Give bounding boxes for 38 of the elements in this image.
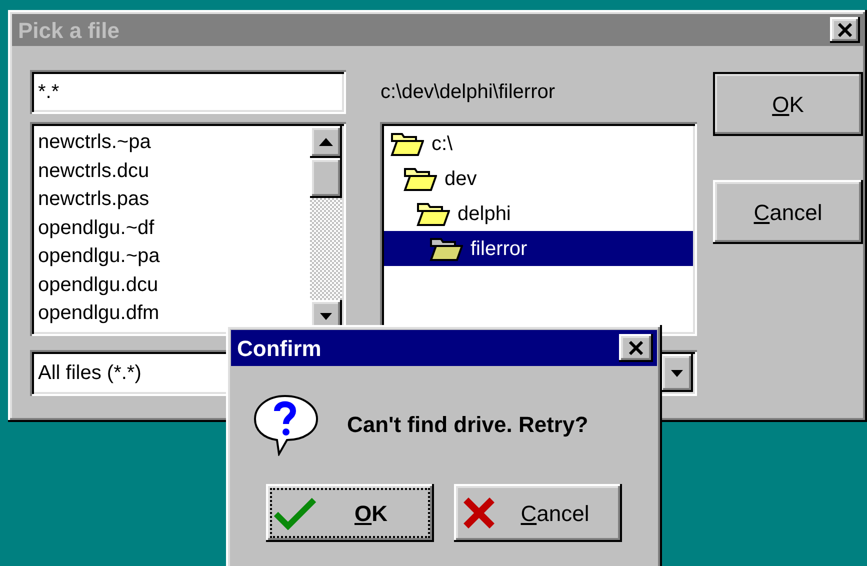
close-button[interactable] (830, 17, 860, 43)
window-title: Pick a file (18, 16, 120, 44)
folder-icon (390, 130, 424, 156)
file-item[interactable]: opendlgu.dfm (38, 299, 310, 328)
close-button[interactable] (619, 334, 653, 362)
folder-icon (402, 166, 436, 192)
file-item[interactable]: newctrls.dcu (38, 156, 310, 185)
folder-icon (428, 236, 462, 262)
confirm-message: Can't find drive. Retry? (347, 410, 588, 439)
scroll-thumb[interactable] (310, 158, 342, 198)
folder-icon (416, 200, 450, 226)
file-item[interactable]: opendlgu.dcu (38, 270, 310, 299)
file-item[interactable]: newctrls.~pa (38, 128, 310, 156)
down-arrow-icon (671, 370, 683, 376)
file-item[interactable]: opendlgu.~df (38, 214, 310, 242)
check-icon (274, 496, 316, 530)
down-arrow-icon (320, 312, 332, 320)
folder-item[interactable]: dev (384, 161, 693, 196)
file-item[interactable]: opendlgu.~pa (38, 242, 310, 270)
up-arrow-icon (318, 138, 332, 146)
file-list[interactable]: newctrls.~pa newctrls.dcu newctrls.pas opendlgu.~df opendlgu.~pa opendlgu.dcu opendlgu.dfm (30, 122, 346, 336)
close-icon (837, 23, 853, 37)
filename-field[interactable]: *.* (30, 70, 346, 114)
folder-tree[interactable]: c:\ dev delphi filerror (380, 122, 697, 336)
folder-item[interactable]: c:\ (384, 126, 693, 161)
path-label: c:\dev\delphi\filerror (380, 80, 556, 105)
dialog-button[interactable]: OK (713, 72, 863, 136)
ok-button[interactable]: OK (266, 484, 434, 542)
question-bubble-icon (251, 392, 321, 456)
dialog-button[interactable]: Cancel (713, 180, 863, 244)
file-item[interactable]: newctrls.pas (38, 185, 310, 214)
close-icon (628, 341, 644, 355)
folder-item[interactable]: filerror (384, 231, 693, 266)
x-icon (462, 496, 496, 530)
scroll-up-button[interactable] (310, 126, 342, 158)
cancel-button[interactable]: Cancel (454, 484, 622, 542)
dropdown-button[interactable] (661, 354, 693, 392)
folder-item[interactable]: delphi (384, 196, 693, 231)
